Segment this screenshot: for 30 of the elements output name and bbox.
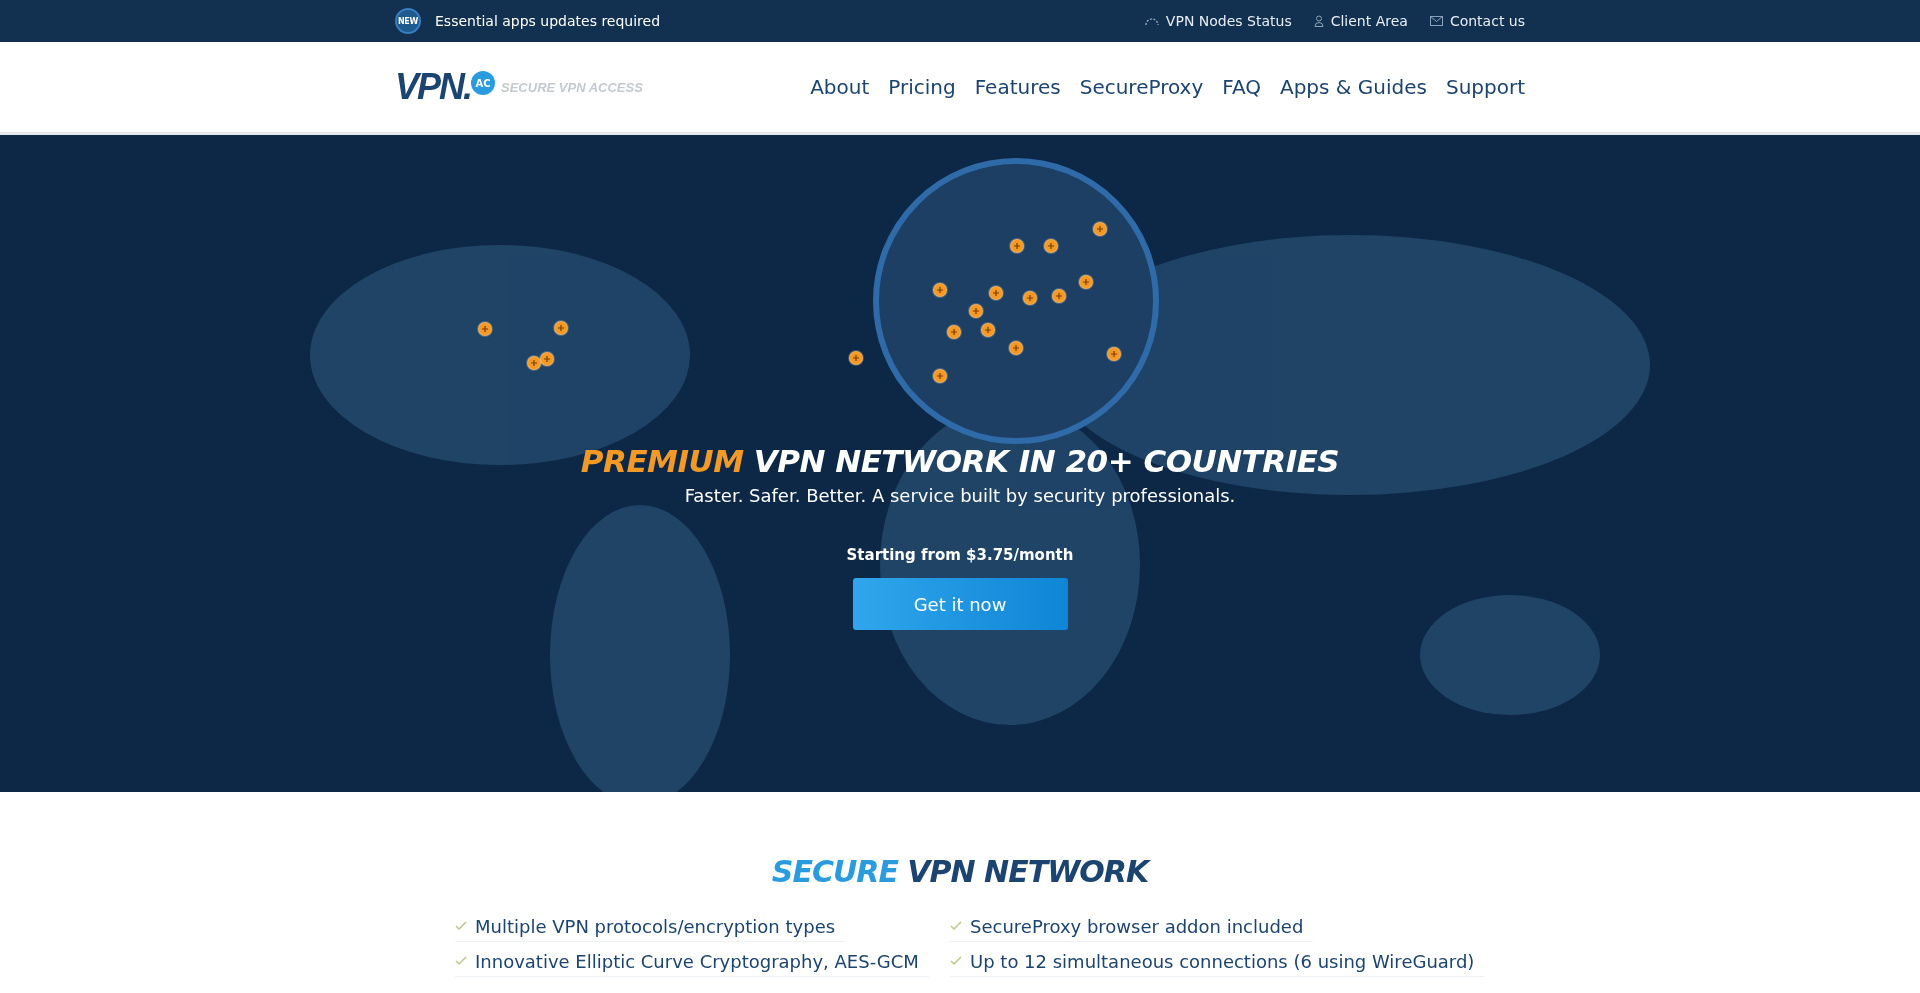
nav-link[interactable]: Pricing [888,75,956,99]
nav-link[interactable]: FAQ [1222,75,1261,99]
check-icon [950,956,962,966]
top-link[interactable]: Client Area [1313,13,1408,29]
user-icon [1313,15,1324,27]
nav-link[interactable]: About [810,75,870,99]
check-icon [950,921,962,931]
check-icon [455,956,467,966]
nav-link[interactable]: Features [974,75,1061,99]
logo-badge: AC [471,71,496,95]
price-note: Starting from $3.75/month [846,546,1074,564]
feature-text: Innovative Elliptic Curve Cryptography, AES-GCM [475,950,919,972]
hero-title: PREMIUM VPN NETWORK IN 20+ COUNTRIES [580,443,1340,479]
logo-tagline: SECURE VPN ACCESS [501,79,643,95]
check-icon [455,921,467,931]
nav-link[interactable]: Support [1445,75,1525,99]
nav-link[interactable]: SecureProxy [1079,75,1204,99]
nav-link[interactable]: Apps & Guides [1280,75,1427,99]
envelope-icon [1429,16,1443,26]
top-link[interactable]: VPN Nodes Status [1144,13,1292,29]
feature-text: Multiple VPN protocols/encryption types [475,915,836,937]
feature-text: Up to 12 simultaneous connections (6 using WireGuard) [970,950,1475,972]
top-link[interactable]: Contact us [1429,13,1525,29]
new-badge: NEW [395,8,421,34]
hero-subtitle: Faster. Safer. Better. A service built by security professionals. [684,485,1236,506]
logo-wordmark: VPN. [395,66,472,108]
feature-text: SecureProxy browser addon included [970,915,1304,937]
section-title: SECURE VPN NETWORK [770,854,1152,889]
signal-icon [1144,16,1159,26]
notice-text: Essential apps updates required [435,13,661,29]
